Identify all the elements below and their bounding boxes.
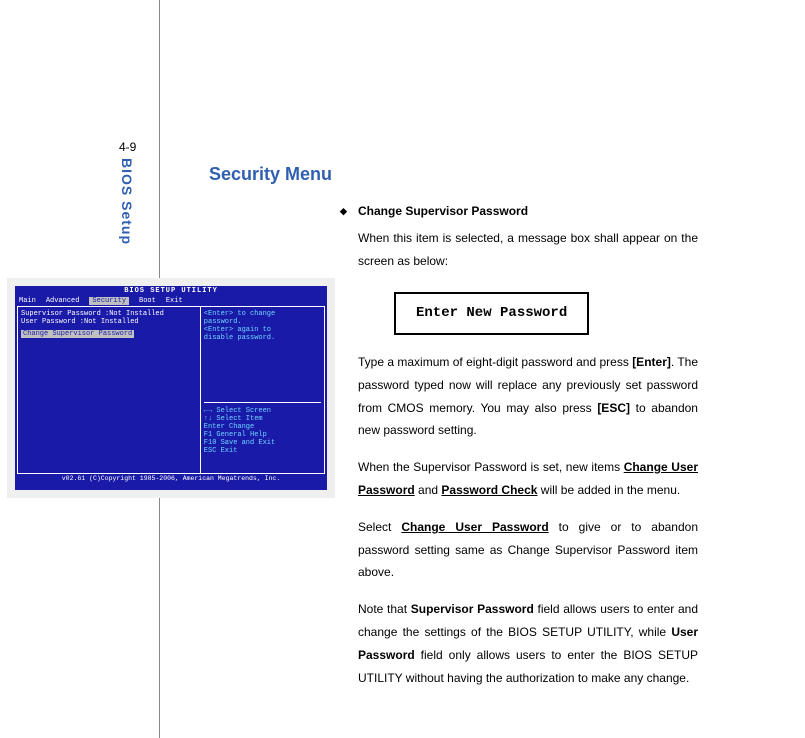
bios-row-supervisor: Supervisor Password :Not Installed bbox=[21, 310, 197, 318]
bios-key-hint: ←→ Select Screen bbox=[204, 407, 321, 415]
text-fragment: Select bbox=[358, 520, 401, 534]
bios-menu-security: Security bbox=[89, 297, 129, 305]
bios-help-line: <Enter> to change bbox=[204, 310, 321, 318]
bios-menu-bar: Main Advanced Security Boot Exit bbox=[15, 296, 327, 306]
bios-left-pane: Supervisor Password :Not Installed User … bbox=[18, 307, 201, 473]
link-password-check: Password Check bbox=[441, 483, 537, 497]
text-fragment: and bbox=[415, 483, 442, 497]
bullet-diamond-icon: ◆ bbox=[340, 203, 347, 220]
bios-menu-boot: Boot bbox=[139, 297, 156, 305]
bios-screenshot: BIOS SETUP UTILITY Main Advanced Securit… bbox=[7, 278, 335, 498]
text-fragment: Type a maximum of eight-digit password a… bbox=[358, 355, 632, 369]
key-esc: [ESC] bbox=[597, 401, 630, 415]
link-change-user-password-2: Change User Password bbox=[401, 520, 548, 534]
paragraph-new-items: When the Supervisor Password is set, new… bbox=[358, 456, 698, 502]
sidebar-section-label: BIOS Setup bbox=[119, 158, 135, 245]
bios-key-hint: F10 Save and Exit bbox=[204, 439, 321, 447]
bios-menu-advanced: Advanced bbox=[46, 297, 80, 305]
bios-key-hint: ESC Exit bbox=[204, 447, 321, 455]
bios-help-line: password. bbox=[204, 318, 321, 326]
password-prompt-box: Enter New Password bbox=[394, 292, 589, 335]
bios-screen: BIOS SETUP UTILITY Main Advanced Securit… bbox=[15, 286, 327, 490]
bios-help-line: disable password. bbox=[204, 334, 321, 342]
bios-key-hint: F1 General Help bbox=[204, 431, 321, 439]
text-fragment: will be added in the menu. bbox=[537, 483, 680, 497]
paragraph-note: Note that Supervisor Password field allo… bbox=[358, 598, 698, 689]
text-fragment: Note that bbox=[358, 602, 411, 616]
bios-menu-main: Main bbox=[19, 297, 36, 305]
sub-heading: ◆ Change Supervisor Password bbox=[358, 200, 698, 223]
key-enter: [Enter] bbox=[632, 355, 671, 369]
paragraph-select-cup: Select Change User Password to give or t… bbox=[358, 516, 698, 584]
paragraph-enter-password: Type a maximum of eight-digit password a… bbox=[358, 351, 698, 442]
paragraph-intro: When this item is selected, a message bo… bbox=[358, 227, 698, 273]
bios-help-line: <Enter> again to bbox=[204, 326, 321, 334]
bios-footer: v02.61 (C)Copyright 1985-2006, American … bbox=[15, 474, 327, 483]
bios-body: Supervisor Password :Not Installed User … bbox=[17, 306, 325, 474]
content-area: ◆ Change Supervisor Password When this i… bbox=[358, 200, 698, 703]
bios-key-hint: Enter Change bbox=[204, 423, 321, 431]
bios-right-pane: <Enter> to change password. <Enter> agai… bbox=[201, 307, 324, 473]
bios-divider bbox=[204, 402, 321, 403]
bios-title-bar: BIOS SETUP UTILITY bbox=[15, 286, 327, 296]
bios-key-hint: ↑↓ Select Item bbox=[204, 415, 321, 423]
term-supervisor-password: Supervisor Password bbox=[411, 602, 534, 616]
text-fragment: When the Supervisor Password is set, new… bbox=[358, 460, 624, 474]
page-number: 4-9 bbox=[119, 140, 136, 154]
bios-row-user: User Password :Not Installed bbox=[21, 318, 197, 326]
sub-heading-text: Change Supervisor Password bbox=[358, 204, 528, 218]
page-heading: Security Menu bbox=[209, 164, 332, 185]
bios-selected-item: Change Supervisor Password bbox=[21, 330, 134, 338]
bios-menu-exit: Exit bbox=[166, 297, 183, 305]
